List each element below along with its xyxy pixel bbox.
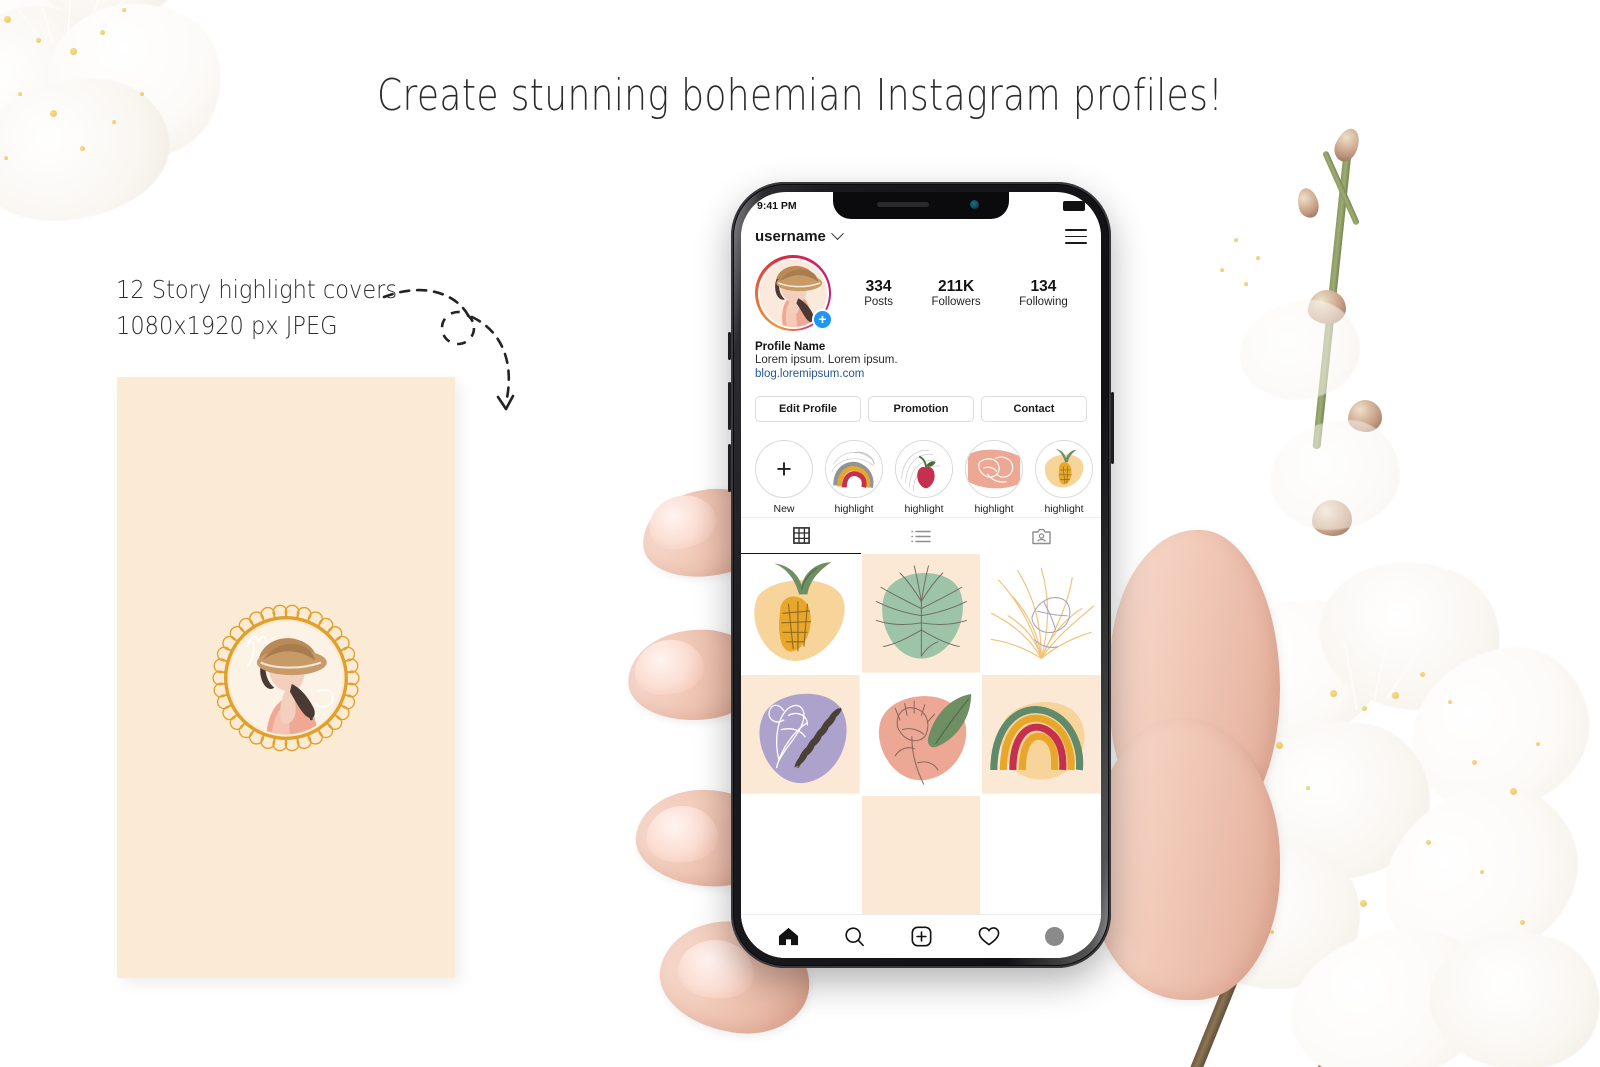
following-label: Following — [1019, 295, 1068, 308]
profile-tabs — [741, 517, 1101, 555]
post-golden-leaves[interactable] — [982, 554, 1101, 673]
tab-tagged[interactable] — [981, 518, 1101, 554]
bottom-nav — [741, 914, 1101, 958]
poster-canvas: Create stunning bohemian Instagram profi… — [0, 0, 1600, 1067]
highlight-new-label: New — [773, 503, 795, 515]
blossom-right-branch — [1172, 0, 1600, 1067]
profile-avatar[interactable]: + — [755, 255, 833, 331]
post-palm-leaf[interactable] — [861, 554, 981, 673]
avatar-icon[interactable] — [1045, 927, 1065, 947]
boho-woman-medallion-icon — [199, 590, 374, 765]
post-cream[interactable] — [861, 795, 981, 915]
posts-grid — [741, 554, 1101, 915]
profile-summary: + 334 Posts 211K Followers 134 Following — [741, 251, 1101, 341]
story-highlight-cover-card — [117, 377, 455, 978]
highlight-apple[interactable]: highlight — [895, 440, 953, 515]
profile-action-buttons: Edit Profile Promotion Contact — [741, 380, 1101, 422]
posts-count: 334 — [865, 278, 892, 296]
phone-mockup: 9:41 PM username + 334 Posts 211K Follow… — [728, 182, 1114, 968]
highlight-pineapple[interactable]: highlight — [1035, 440, 1093, 515]
app-header: username — [741, 219, 1101, 251]
highlight-coral-leaves[interactable]: highlight — [965, 440, 1023, 515]
post-fern-purple[interactable] — [741, 674, 860, 794]
story-highlights-row: + New highlight highlight highlight high… — [741, 422, 1101, 517]
battery-full-icon — [1063, 200, 1085, 211]
posts-label: Posts — [864, 295, 893, 308]
following-count: 134 — [1030, 278, 1057, 296]
promotion-button[interactable]: Promotion — [868, 396, 974, 422]
front-camera-icon — [970, 200, 979, 209]
username-label: username — [755, 228, 826, 245]
highlight-new[interactable]: + New — [755, 440, 813, 515]
followers-count: 211K — [937, 278, 975, 296]
stat-posts[interactable]: 334 Posts — [864, 278, 893, 308]
stat-followers[interactable]: 211K Followers — [931, 278, 980, 308]
post-empty-left[interactable] — [741, 795, 860, 915]
contact-button[interactable]: Contact — [981, 396, 1087, 422]
status-time: 9:41 PM — [757, 199, 797, 212]
profile-stats: 334 Posts 211K Followers 134 Following — [839, 278, 1087, 308]
plus-square-icon[interactable] — [911, 926, 932, 947]
highlight-rainbow[interactable]: highlight — [825, 440, 883, 515]
rainbow-highlight-icon — [826, 441, 882, 497]
highlight-label: highlight — [1044, 503, 1084, 515]
apple-highlight-icon — [896, 441, 952, 497]
highlight-label: highlight — [904, 503, 944, 515]
plus-icon: + — [776, 453, 792, 484]
tab-list[interactable] — [861, 518, 981, 554]
coral-leaves-highlight-icon — [966, 441, 1022, 497]
bio-link[interactable]: blog.loremipsum.com — [755, 368, 1087, 380]
tagged-person-icon — [1031, 528, 1051, 544]
post-protea[interactable] — [861, 674, 981, 794]
phone-notch — [833, 192, 1009, 219]
heart-icon[interactable] — [978, 926, 1000, 947]
tab-grid[interactable] — [741, 518, 861, 555]
edit-profile-button[interactable]: Edit Profile — [755, 396, 861, 422]
search-icon[interactable] — [844, 926, 865, 947]
highlight-label: highlight — [834, 503, 874, 515]
post-rainbow[interactable] — [982, 674, 1101, 794]
page-headline: Create stunning bohemian Instagram profi… — [376, 70, 1224, 121]
add-story-badge[interactable]: + — [812, 309, 833, 330]
cover-caption: 12 Story highlight covers 1080x1920 px J… — [116, 275, 398, 340]
grid-icon — [792, 527, 810, 545]
hamburger-menu-icon[interactable] — [1065, 228, 1087, 245]
highlight-label: highlight — [974, 503, 1014, 515]
earpiece-speaker — [877, 202, 929, 207]
bio-name: Profile Name — [755, 341, 826, 353]
post-pineapple[interactable] — [741, 554, 860, 673]
stat-following[interactable]: 134 Following — [1019, 278, 1068, 308]
list-icon — [911, 530, 931, 542]
profile-bio: Profile Name Lorem ipsum. Lorem ipsum. b… — [741, 341, 1101, 380]
home-icon[interactable] — [778, 926, 799, 947]
phone-screen: 9:41 PM username + 334 Posts 211K Follow… — [741, 192, 1101, 958]
followers-label: Followers — [931, 295, 981, 308]
pineapple-highlight-icon — [1036, 441, 1092, 497]
chevron-down-icon — [831, 227, 844, 241]
post-empty-right[interactable] — [982, 795, 1101, 915]
bio-text: Lorem ipsum. Lorem ipsum. — [755, 354, 898, 366]
instagram-app: username + 334 Posts 211K Followers 134 … — [741, 219, 1101, 958]
username-dropdown[interactable]: username — [755, 227, 844, 245]
